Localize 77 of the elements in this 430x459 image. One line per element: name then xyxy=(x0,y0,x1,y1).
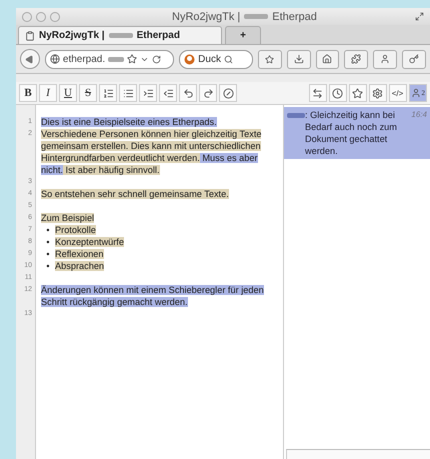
outdent-icon[interactable] xyxy=(162,88,174,98)
chat-text: : Gleichzeitig kann bei Bedarf auch noch zum Dokument gechattet werden. xyxy=(305,109,398,157)
star-icon[interactable] xyxy=(265,54,274,64)
globe-icon[interactable] xyxy=(50,54,60,64)
bullet-mark: • xyxy=(45,248,51,260)
redacted-mark xyxy=(287,113,305,118)
indent-icon[interactable] xyxy=(142,88,154,98)
swap-icon[interactable] xyxy=(312,88,323,98)
redo-icon[interactable] xyxy=(202,88,214,98)
search-icon[interactable] xyxy=(224,54,233,64)
format-button[interactable]: B xyxy=(19,84,37,102)
extension-button[interactable] xyxy=(344,50,368,68)
history-button[interactable] xyxy=(328,84,346,102)
redo-button[interactable] xyxy=(199,84,217,102)
embed-button[interactable]: </> xyxy=(388,84,406,102)
numbered-list-icon[interactable] xyxy=(102,88,114,98)
tab-title: Etherpad xyxy=(136,30,180,41)
outdent-button[interactable] xyxy=(159,84,177,102)
puzzle-icon[interactable] xyxy=(351,54,362,64)
pad-text: So entstehen sehr schnell gemeinsame Texte. xyxy=(41,188,230,200)
tab-title: NyRo2jwgTk | xyxy=(39,30,105,41)
bullet-mark: • xyxy=(45,260,51,272)
key-button[interactable] xyxy=(402,50,426,68)
redacted-mark xyxy=(108,33,133,38)
pad-text: Änderungen können mit einem Schieberegler für jeden Schritt rückgängig gemacht werden. xyxy=(41,284,265,308)
home-button[interactable] xyxy=(316,50,340,68)
browser-tab[interactable]: + xyxy=(225,26,261,44)
pad-text: Zum Beispiel xyxy=(41,212,96,224)
pad-text: Verschiedene Personen können hier gleichzeitig Texte gemeinsam erstellen. Dies kann mit unterschiedlichen Hintergrundfarben verdeutlicht werden. Muss es aber nicht. Ist aber häufig sinnvoll. xyxy=(41,128,262,176)
person-icon[interactable] xyxy=(380,54,390,64)
undo-button[interactable] xyxy=(179,84,197,102)
settings-button[interactable] xyxy=(368,84,386,102)
redacted-mark xyxy=(108,56,124,62)
numbered-list-button[interactable] xyxy=(99,84,117,102)
key-icon[interactable] xyxy=(409,54,420,64)
settings-icon[interactable] xyxy=(372,88,383,98)
import-export-button[interactable] xyxy=(308,84,326,102)
window-title: NyRo2jwgTk | xyxy=(172,10,240,22)
pad-text: Konzeptentwürfe xyxy=(55,236,125,248)
star-icon[interactable] xyxy=(352,88,363,98)
back-button[interactable] xyxy=(20,49,40,69)
pad-text: Absprachen xyxy=(55,260,106,272)
clock-icon[interactable] xyxy=(332,88,343,98)
chat-input[interactable] xyxy=(286,449,430,459)
download-button[interactable] xyxy=(286,50,311,68)
star-icon[interactable] xyxy=(127,54,138,64)
home-icon[interactable] xyxy=(322,54,332,64)
bookmarks-button[interactable] xyxy=(258,50,282,68)
format-button[interactable]: S xyxy=(79,84,97,102)
format-button[interactable]: U xyxy=(59,84,77,102)
browser-tab[interactable]: NyRo2jwgTk | Etherpad xyxy=(18,26,222,44)
star-button[interactable] xyxy=(348,84,366,102)
back-icon xyxy=(25,54,34,64)
chat-time: 16:4 xyxy=(411,109,427,121)
format-button[interactable]: I xyxy=(39,84,57,102)
indent-button[interactable] xyxy=(139,84,157,102)
address-text: etherpad. xyxy=(62,54,106,64)
bullet-mark: • xyxy=(45,236,51,248)
window-title: Etherpad xyxy=(272,10,317,22)
no-entry-icon[interactable] xyxy=(222,88,234,98)
pad-text: Reflexionen xyxy=(55,248,105,260)
person-icon[interactable] xyxy=(410,88,420,98)
address-field[interactable]: etherpad. xyxy=(44,50,174,68)
download-icon[interactable] xyxy=(294,54,304,64)
search-field[interactable]: Duck xyxy=(179,50,253,68)
search-engine-text: Duck xyxy=(198,54,221,64)
pad-text: Protokolle xyxy=(55,224,97,236)
clear-colors-button[interactable] xyxy=(219,84,237,102)
fullscreen-icon[interactable] xyxy=(415,12,424,21)
bullet-mark: • xyxy=(45,224,51,236)
bullet-list-button[interactable] xyxy=(119,84,137,102)
extension-button[interactable] xyxy=(373,50,398,68)
reload-icon[interactable] xyxy=(152,54,162,64)
clipboard-icon[interactable] xyxy=(25,30,35,40)
redacted-mark xyxy=(244,14,268,19)
undo-icon[interactable] xyxy=(182,88,194,98)
pad-text: Dies ist eine Beispielseite eines Etherpads. xyxy=(41,116,218,128)
